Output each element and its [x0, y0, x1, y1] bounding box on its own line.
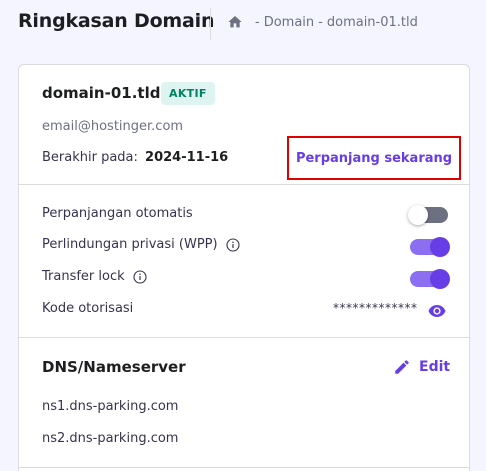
breadcrumb: - Domain - domain-01.tld [227, 14, 418, 30]
header-divider [210, 8, 211, 40]
status-badge: AKTIF [161, 82, 215, 105]
nameserver-2: ns2.dns-parking.com [42, 431, 179, 446]
expiry-info: Berakhir pada: 2024-11-16 [42, 150, 228, 165]
home-icon[interactable] [227, 14, 243, 30]
settings-section: Perpanjangan otomatis Perlindungan priva… [19, 185, 469, 338]
auth-code-value: ************* [333, 301, 418, 315]
domain-name: domain-01.tld [42, 84, 161, 102]
transfer-lock-toggle[interactable] [410, 269, 450, 289]
setting-label-text: Perlindungan privasi (WPP) [42, 237, 218, 252]
setting-label-text: Perpanjangan otomatis [42, 206, 193, 221]
domain-email: email@hostinger.com [42, 119, 184, 134]
setting-auto-renewal-label: Perpanjangan otomatis [42, 206, 193, 221]
page-header: Ringkasan Domain - Domain - domain-01.tl… [0, 0, 486, 48]
expiry-date: 2024-11-16 [145, 150, 229, 165]
breadcrumb-separator: - [318, 14, 323, 30]
dns-title: DNS/Nameserver [42, 358, 186, 376]
domain-info-section: domain-01.tld AKTIF email@hostinger.com … [19, 65, 469, 185]
setting-privacy-protection-label: Perlindungan privasi (WPP) [42, 237, 240, 252]
eye-icon[interactable] [428, 303, 446, 317]
setting-label-text: Transfer lock [42, 269, 125, 284]
auth-code-label-text: Kode otorisasi [42, 301, 134, 316]
privacy-protection-toggle[interactable] [410, 237, 450, 257]
pencil-icon [393, 358, 411, 376]
auto-renewal-toggle[interactable] [408, 205, 448, 225]
dns-section: DNS/Nameserver Edit ns1.dns-parking.com … [19, 338, 469, 468]
auth-code-label: Kode otorisasi [42, 301, 133, 316]
toggle-knob [430, 237, 450, 257]
domain-summary-card: domain-01.tld AKTIF email@hostinger.com … [18, 64, 470, 471]
toggle-knob [408, 205, 428, 225]
edit-label: Edit [419, 359, 451, 375]
info-icon[interactable] [226, 237, 240, 252]
edit-dns-button[interactable]: Edit [393, 358, 450, 376]
breadcrumb-item-domain[interactable]: Domain [264, 15, 314, 30]
breadcrumb-separator: - [255, 14, 260, 30]
nameserver-1: ns1.dns-parking.com [42, 399, 179, 414]
page-title: Ringkasan Domain [18, 10, 215, 32]
breadcrumb-item-current: domain-01.tld [326, 14, 418, 30]
info-icon[interactable] [133, 269, 147, 284]
toggle-knob [430, 269, 450, 289]
expiry-label: Berakhir pada: [42, 150, 138, 165]
setting-transfer-lock-label: Transfer lock [42, 269, 147, 284]
renew-now-button[interactable]: Perpanjang sekarang [287, 136, 461, 180]
